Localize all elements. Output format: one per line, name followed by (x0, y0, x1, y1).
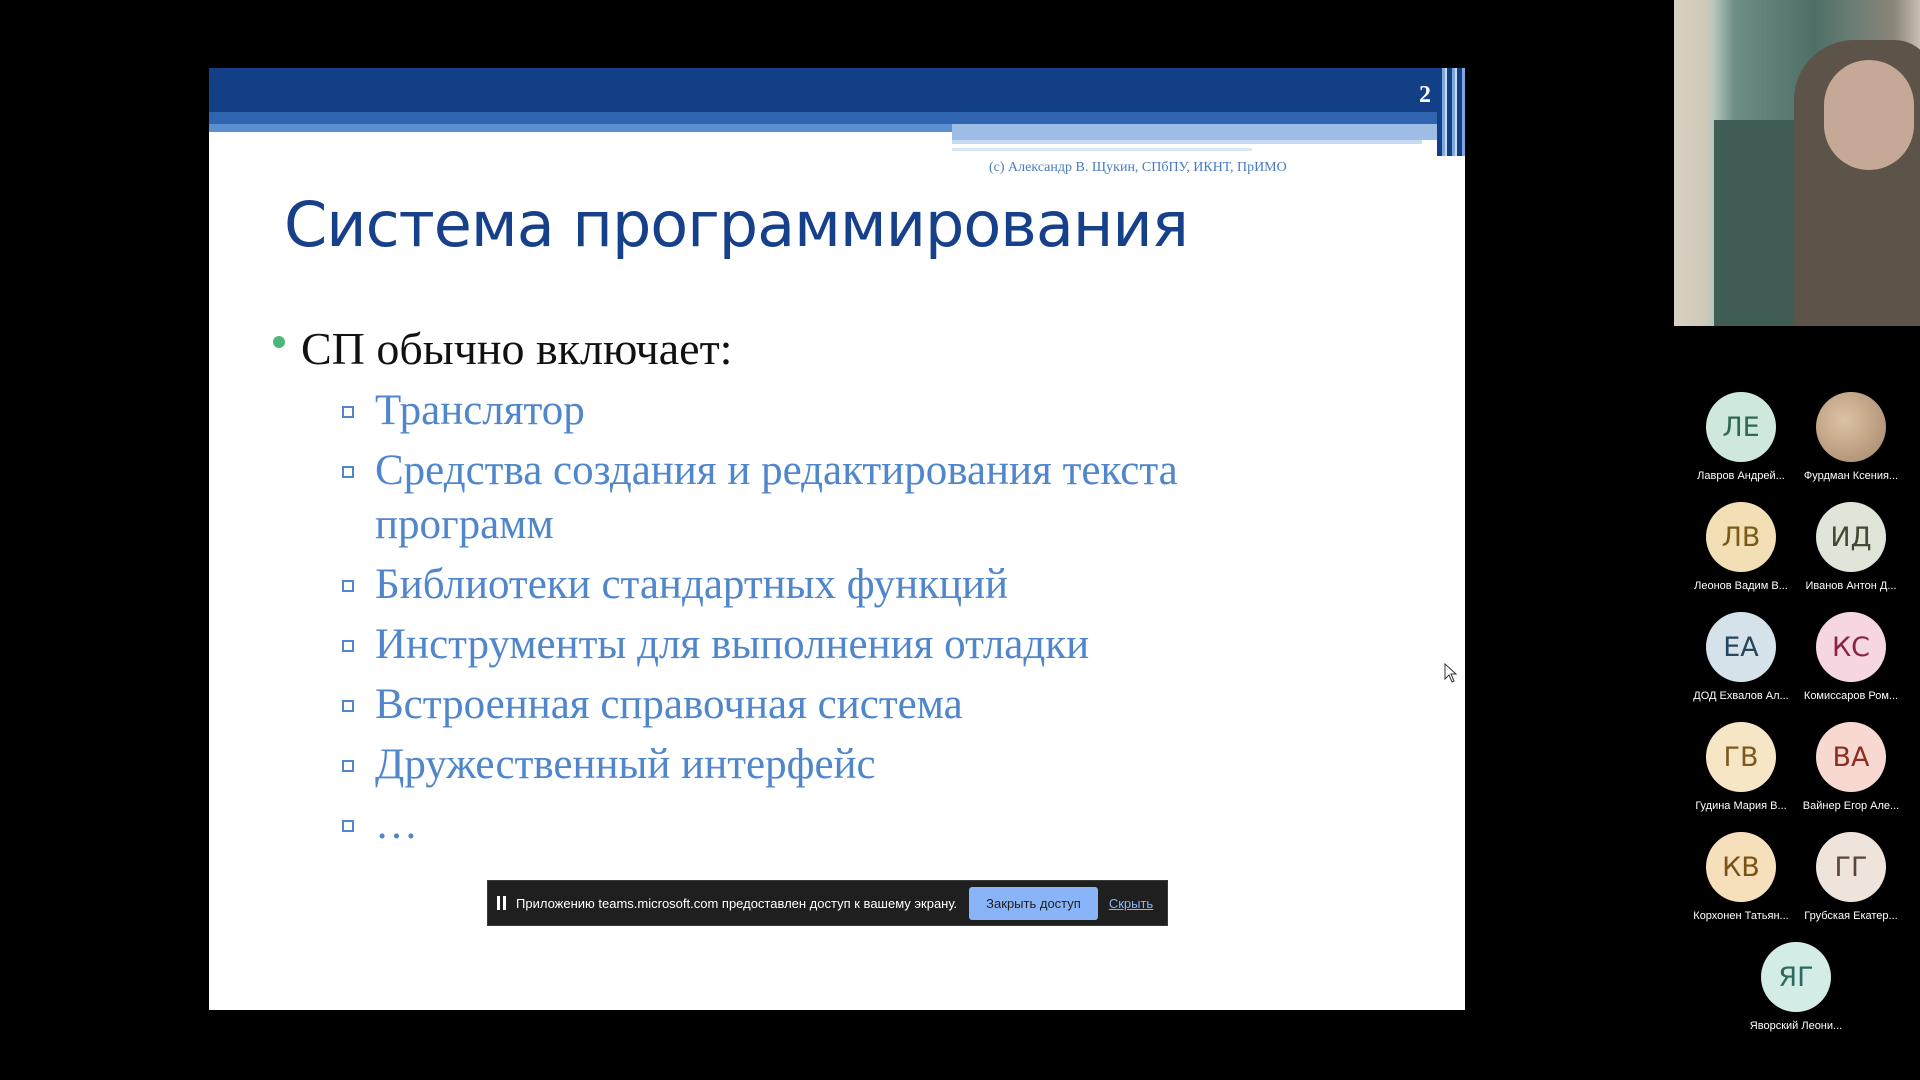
avatar-initials: КС (1831, 631, 1871, 663)
presenter-video[interactable] (1674, 0, 1920, 326)
slide-title: Система программирования (284, 188, 1189, 261)
avatar: ЛВ (1706, 502, 1776, 572)
sub-bullet-list: Транслятор Средства создания и редактиро… (342, 384, 1392, 858)
video-head (1824, 60, 1914, 170)
header-line (952, 148, 1252, 151)
sub-bullet: Встроенная справочная система (342, 678, 1392, 732)
avatar-initials: ЛЕ (1722, 411, 1760, 443)
participant-name: Грубская Екатер... (1804, 910, 1898, 922)
participant-tile[interactable]: ЛЕ Лавров Андрей... (1686, 392, 1796, 482)
sub-bullet-text: Библиотеки стандартных функций (375, 561, 1009, 608)
main-bullet-text: СП обычно включает: (301, 323, 733, 374)
sub-bullet-text: Дружественный интерфейс (375, 741, 876, 788)
participant-name: Фурдман Ксения... (1803, 470, 1899, 482)
avatar-initials: ЯГ (1778, 961, 1814, 993)
sub-bullet: Транслятор (342, 384, 1392, 438)
sub-bullet: … (342, 798, 1392, 852)
avatar: КВ (1706, 832, 1776, 902)
square-bullet-icon (342, 640, 354, 652)
participant-tile[interactable]: КВ Корхонен Татьян... (1686, 832, 1796, 922)
participant-name: Яворский Леони... (1749, 1020, 1843, 1032)
participant-name: Гудина Мария В... (1695, 800, 1787, 812)
avatar: ГГ (1816, 832, 1886, 902)
mouse-cursor-icon (1444, 663, 1458, 683)
screen-share-banner: Приложению teams.microsoft.com предостав… (487, 880, 1168, 926)
avatar: ЕА (1706, 612, 1776, 682)
avatar-initials: ГГ (1834, 851, 1868, 883)
square-bullet-icon (342, 820, 354, 832)
participant-tile[interactable]: ВА Вайнер Егор Але... (1796, 722, 1906, 812)
avatar: ИД (1816, 502, 1886, 572)
square-bullet-icon (342, 700, 354, 712)
participant-name: Леонов Вадим В... (1694, 580, 1788, 592)
participant-tile[interactable]: Фурдман Ксения... (1796, 392, 1906, 482)
header-band (209, 68, 1465, 112)
sub-bullet: Средства создания и редактирования текст… (342, 444, 1295, 552)
sub-bullet-text: … (375, 801, 418, 848)
participant-tile[interactable]: ГГ Грубская Екатер... (1796, 832, 1906, 922)
participant-tile[interactable]: КС Комиссаров Ром... (1796, 612, 1906, 702)
square-bullet-icon (342, 466, 354, 478)
sub-bullet: Инструменты для выполнения отладки (342, 618, 1392, 672)
bullet-dot-icon (273, 336, 285, 348)
slide-number: 2 (1419, 82, 1431, 108)
avatar-initials: ГВ (1723, 741, 1759, 773)
square-bullet-icon (342, 406, 354, 418)
participant-name: Лавров Андрей... (1697, 470, 1785, 482)
sub-bullet: Дружественный интерфейс (342, 738, 1392, 792)
participant-name: Вайнер Егор Але... (1802, 800, 1900, 812)
header-band-mid (209, 112, 1465, 124)
header-band-light (209, 124, 952, 132)
participant-tile[interactable]: ЛВ Леонов Вадим В... (1686, 502, 1796, 592)
header-line (952, 140, 1422, 144)
header-band-light-right (952, 124, 1465, 140)
shared-slide: 2 (c) Александр В. Щукин, СПбПУ, ИКНТ, П… (209, 68, 1465, 1010)
participant-name: Комиссаров Ром... (1803, 690, 1899, 702)
avatar-initials: ЛВ (1721, 521, 1761, 553)
avatar: ЛЕ (1706, 392, 1776, 462)
slide-copyright: (c) Александр В. Щукин, СПбПУ, ИКНТ, ПрИ… (989, 160, 1287, 175)
share-message: Приложению teams.microsoft.com предостав… (516, 895, 958, 911)
header-stripes (1437, 68, 1465, 156)
avatar: ГВ (1706, 722, 1776, 792)
pause-icon (497, 896, 507, 910)
hide-banner-link[interactable]: Скрыть (1109, 896, 1153, 911)
sub-bullet-text: Средства создания и редактирования текст… (375, 447, 1178, 548)
participant-name: Иванов Антон Д... (1805, 580, 1897, 592)
square-bullet-icon (342, 580, 354, 592)
avatar-photo (1816, 392, 1886, 462)
main-bullet: СП обычно включает: (273, 322, 733, 375)
square-bullet-icon (342, 760, 354, 772)
avatar-initials: КВ (1722, 851, 1760, 883)
participant-tile[interactable]: ГВ Гудина Мария В... (1686, 722, 1796, 812)
avatar: ВА (1816, 722, 1886, 792)
participant-tile[interactable]: ЕА ДОД Ехвалов Ал... (1686, 612, 1796, 702)
avatar: КС (1816, 612, 1886, 682)
sub-bullet-text: Транслятор (375, 387, 585, 434)
participant-tile[interactable]: ЯГ Яворский Леони... (1741, 942, 1851, 1032)
stop-sharing-button[interactable]: Закрыть доступ (969, 886, 1098, 920)
participant-name: ДОД Ехвалов Ал... (1693, 690, 1789, 702)
sub-bullet: Библиотеки стандартных функций (342, 558, 1392, 612)
avatar-initials: ЕА (1723, 631, 1759, 663)
avatar: ЯГ (1761, 942, 1831, 1012)
avatar-initials: ИД (1830, 521, 1872, 553)
avatar-initials: ВА (1832, 741, 1870, 773)
sub-bullet-text: Встроенная справочная система (375, 681, 963, 728)
sub-bullet-text: Инструменты для выполнения отладки (375, 621, 1090, 668)
participant-tile[interactable]: ИД Иванов Антон Д... (1796, 502, 1906, 592)
participant-name: Корхонен Татьян... (1693, 910, 1789, 922)
